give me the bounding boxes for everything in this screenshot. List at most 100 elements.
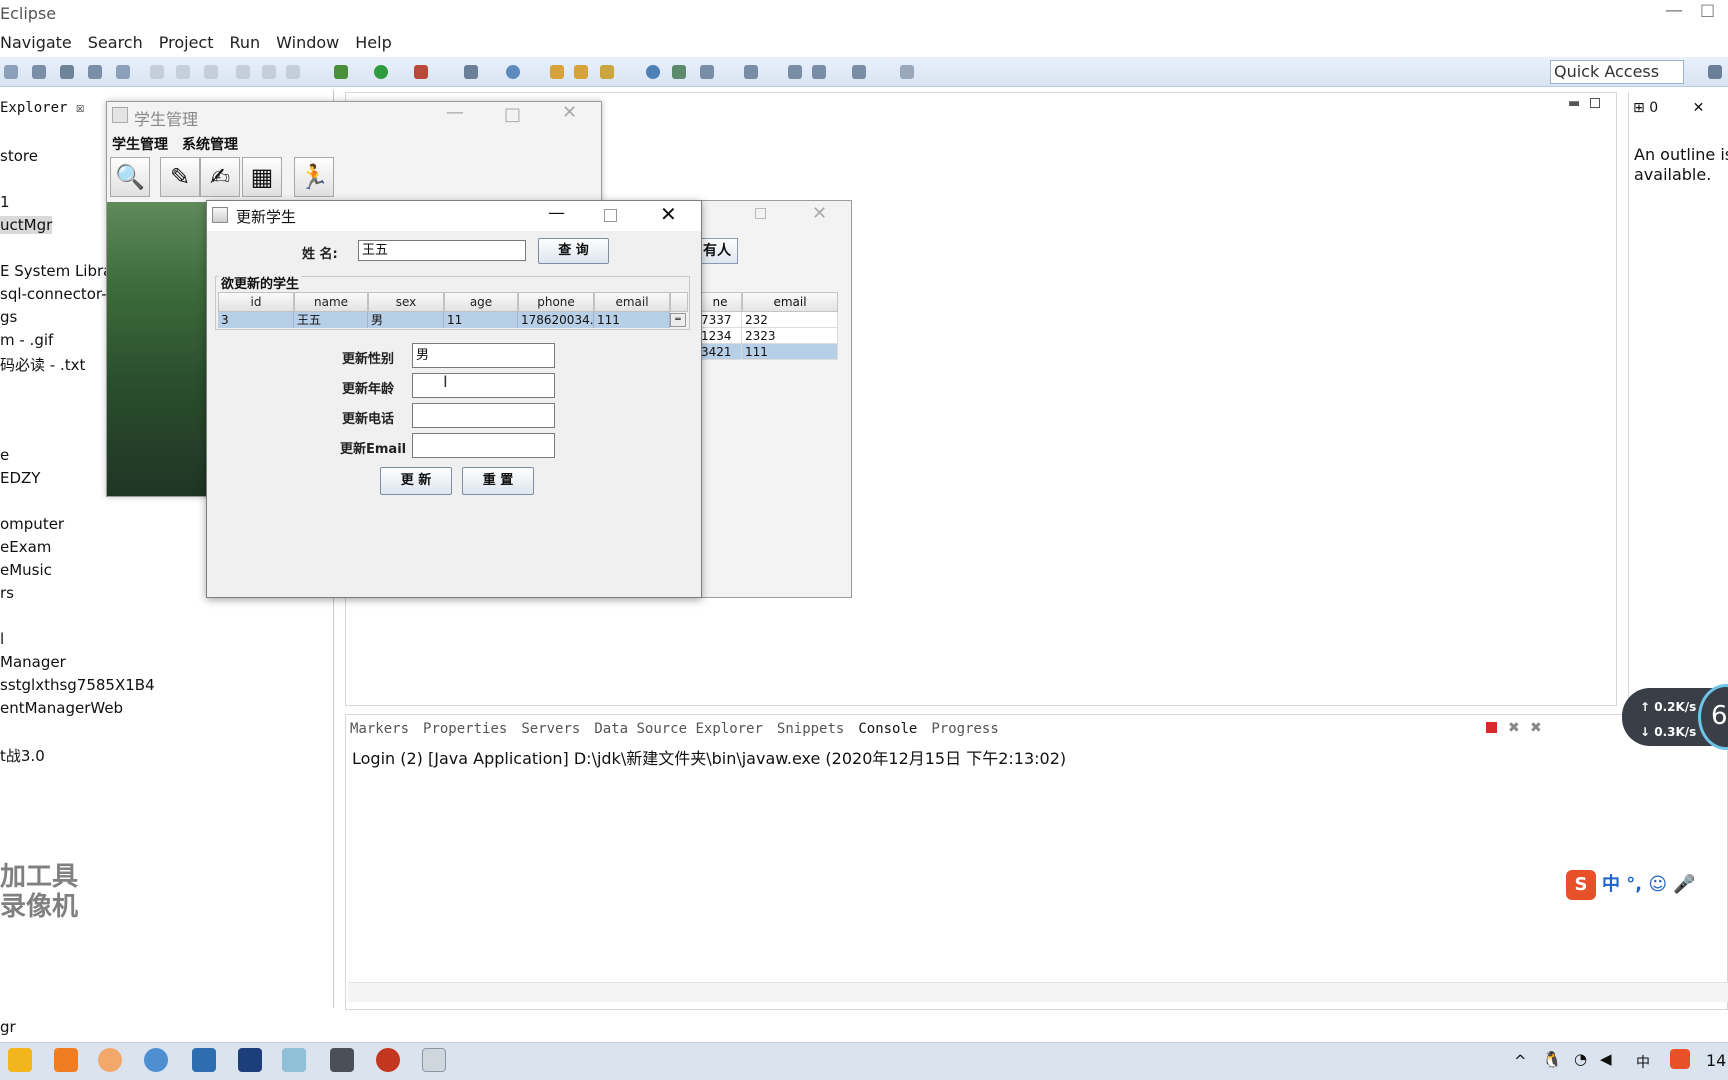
new-class-icon[interactable] bbox=[506, 65, 520, 79]
table-cell[interactable]: 2323 bbox=[742, 328, 838, 344]
column-header-id[interactable]: id bbox=[218, 292, 294, 312]
language-icon[interactable]: 中 bbox=[1636, 1052, 1650, 1072]
column-header-name[interactable]: name bbox=[294, 292, 368, 312]
tree-item[interactable]: t战3.0 bbox=[0, 745, 45, 766]
tree-item[interactable]: 码必读 - .txt bbox=[0, 354, 85, 375]
run-icon[interactable] bbox=[374, 65, 388, 79]
table-cell[interactable]: 1234 bbox=[698, 328, 742, 344]
phone-input[interactable] bbox=[412, 403, 555, 428]
chrome-icon[interactable] bbox=[144, 1048, 168, 1072]
tab-servers[interactable]: Servers bbox=[521, 721, 580, 737]
table-cell[interactable]: 7337 bbox=[698, 312, 742, 328]
pencil-icon[interactable]: ✎ bbox=[160, 157, 200, 197]
column-header[interactable]: ne bbox=[698, 292, 742, 312]
cell-sex[interactable]: 男 bbox=[368, 312, 444, 328]
cell-email[interactable]: 111 bbox=[594, 312, 670, 328]
maximize-icon[interactable]: □ bbox=[504, 104, 521, 125]
tree-item[interactable]: entManagerWeb bbox=[0, 699, 123, 717]
runner-icon[interactable]: 🏃 bbox=[294, 157, 334, 197]
tab-console[interactable]: Console bbox=[858, 721, 917, 737]
maximize-icon[interactable] bbox=[1590, 98, 1600, 108]
tree-item[interactable]: Manager bbox=[0, 653, 66, 671]
magnifier-icon[interactable]: 🔍 bbox=[110, 157, 150, 197]
table-cell[interactable]: 3421 bbox=[698, 344, 742, 360]
pin-editor-icon[interactable] bbox=[900, 65, 914, 79]
tree-item[interactable]: l bbox=[0, 630, 4, 648]
redo-icon[interactable] bbox=[176, 65, 190, 79]
column-header-age[interactable]: age bbox=[444, 292, 518, 312]
step-icon[interactable] bbox=[204, 65, 218, 79]
open-folder-icon[interactable] bbox=[574, 65, 588, 79]
menu-help[interactable]: Help bbox=[355, 33, 391, 52]
tray-chevron-icon[interactable]: ^ bbox=[1514, 1052, 1527, 1070]
tree-item[interactable]: store bbox=[0, 147, 38, 165]
list-query-button[interactable]: 有人 bbox=[700, 238, 738, 264]
open-type-icon[interactable] bbox=[550, 65, 564, 79]
tree-item[interactable]: eMusic bbox=[0, 561, 52, 579]
tree-item[interactable]: sstglxthsg7585X1B4 bbox=[0, 676, 155, 694]
forward-arrow-icon[interactable] bbox=[852, 65, 866, 79]
tab-markers[interactable]: Markers bbox=[350, 721, 409, 737]
cell-name[interactable]: 王五 bbox=[294, 312, 368, 328]
tree-item[interactable]: rs bbox=[0, 584, 14, 602]
cell-phone[interactable]: 178620034... bbox=[518, 312, 594, 328]
minimize-icon[interactable]: — bbox=[446, 102, 464, 123]
gender-input[interactable]: 男 bbox=[412, 343, 555, 368]
tree-item[interactable]: eExam bbox=[0, 538, 51, 556]
menu-student-management[interactable]: 学生管理 bbox=[112, 134, 168, 154]
tree-item[interactable]: m - .gif bbox=[0, 331, 53, 349]
perspective-icon[interactable] bbox=[1708, 65, 1722, 79]
globe-icon[interactable] bbox=[646, 65, 660, 79]
menu-run[interactable]: Run bbox=[229, 33, 260, 52]
tab-outline[interactable]: ⊞ 0 ✕ bbox=[1633, 100, 1704, 116]
debug-icon[interactable] bbox=[334, 65, 348, 79]
terminate-icon[interactable] bbox=[1486, 722, 1497, 733]
back-arrow-icon[interactable] bbox=[812, 65, 826, 79]
search-task-icon[interactable] bbox=[600, 65, 614, 79]
tree-item-selected[interactable]: uctMgr bbox=[0, 216, 53, 234]
sync-icon[interactable] bbox=[672, 65, 686, 79]
menu-window[interactable]: Window bbox=[276, 33, 339, 52]
annotation-icon[interactable] bbox=[700, 65, 714, 79]
close-icon[interactable]: ✕ bbox=[660, 202, 677, 226]
tree-item[interactable]: E System Librar bbox=[0, 262, 119, 280]
file-explorer-icon[interactable] bbox=[8, 1048, 32, 1072]
eclipse-icon[interactable] bbox=[330, 1048, 354, 1072]
close-icon[interactable]: ☒ bbox=[76, 100, 84, 116]
tree-item[interactable]: e bbox=[0, 446, 9, 464]
menu-system-management[interactable]: 系统管理 bbox=[182, 134, 238, 154]
menu-navigate[interactable]: Navigate bbox=[0, 33, 72, 52]
app-icon[interactable] bbox=[54, 1048, 78, 1072]
remove-all-icon[interactable]: ✖ bbox=[1530, 720, 1542, 736]
age-input[interactable] bbox=[412, 373, 555, 398]
save-icon[interactable] bbox=[4, 65, 18, 79]
volume-icon[interactable]: ◀ bbox=[1600, 1050, 1612, 1068]
notes-icon[interactable] bbox=[282, 1048, 306, 1072]
tree-item[interactable]: 1 bbox=[0, 193, 10, 211]
table-cell[interactable]: 111 bbox=[742, 344, 838, 360]
menu-search[interactable]: Search bbox=[88, 33, 143, 52]
tree-item[interactable]: gs bbox=[0, 308, 17, 326]
qq-icon[interactable]: 🐧 bbox=[1542, 1050, 1562, 1069]
maximize-icon[interactable] bbox=[604, 209, 617, 222]
column-header-email[interactable]: email bbox=[594, 292, 670, 312]
cell-id[interactable]: 3 bbox=[218, 312, 294, 328]
menu-project[interactable]: Project bbox=[159, 33, 214, 52]
minimize-icon[interactable]: ▬ bbox=[1568, 96, 1580, 111]
ime-toolbar[interactable]: S 中 °, ☺ 🎤 bbox=[1566, 870, 1728, 906]
terminate-icon[interactable] bbox=[286, 65, 300, 79]
column-header-sex[interactable]: sex bbox=[368, 292, 444, 312]
edit-note-icon[interactable]: ✍ bbox=[200, 157, 240, 197]
next-annotation-icon[interactable] bbox=[744, 65, 758, 79]
remove-launch-icon[interactable]: ✖ bbox=[1508, 720, 1520, 736]
suspend-icon[interactable] bbox=[262, 65, 276, 79]
database-icon[interactable]: ▦ bbox=[242, 157, 282, 197]
back-icon[interactable] bbox=[788, 65, 802, 79]
tab-properties[interactable]: Properties bbox=[423, 721, 507, 737]
maximize-icon[interactable]: □ bbox=[754, 205, 767, 221]
close-icon[interactable]: ✕ bbox=[1693, 100, 1705, 116]
browser-icon[interactable] bbox=[98, 1048, 122, 1072]
close-icon[interactable]: ✕ bbox=[562, 102, 577, 123]
column-header[interactable]: email bbox=[742, 292, 838, 312]
java-app-icon[interactable] bbox=[422, 1048, 446, 1072]
